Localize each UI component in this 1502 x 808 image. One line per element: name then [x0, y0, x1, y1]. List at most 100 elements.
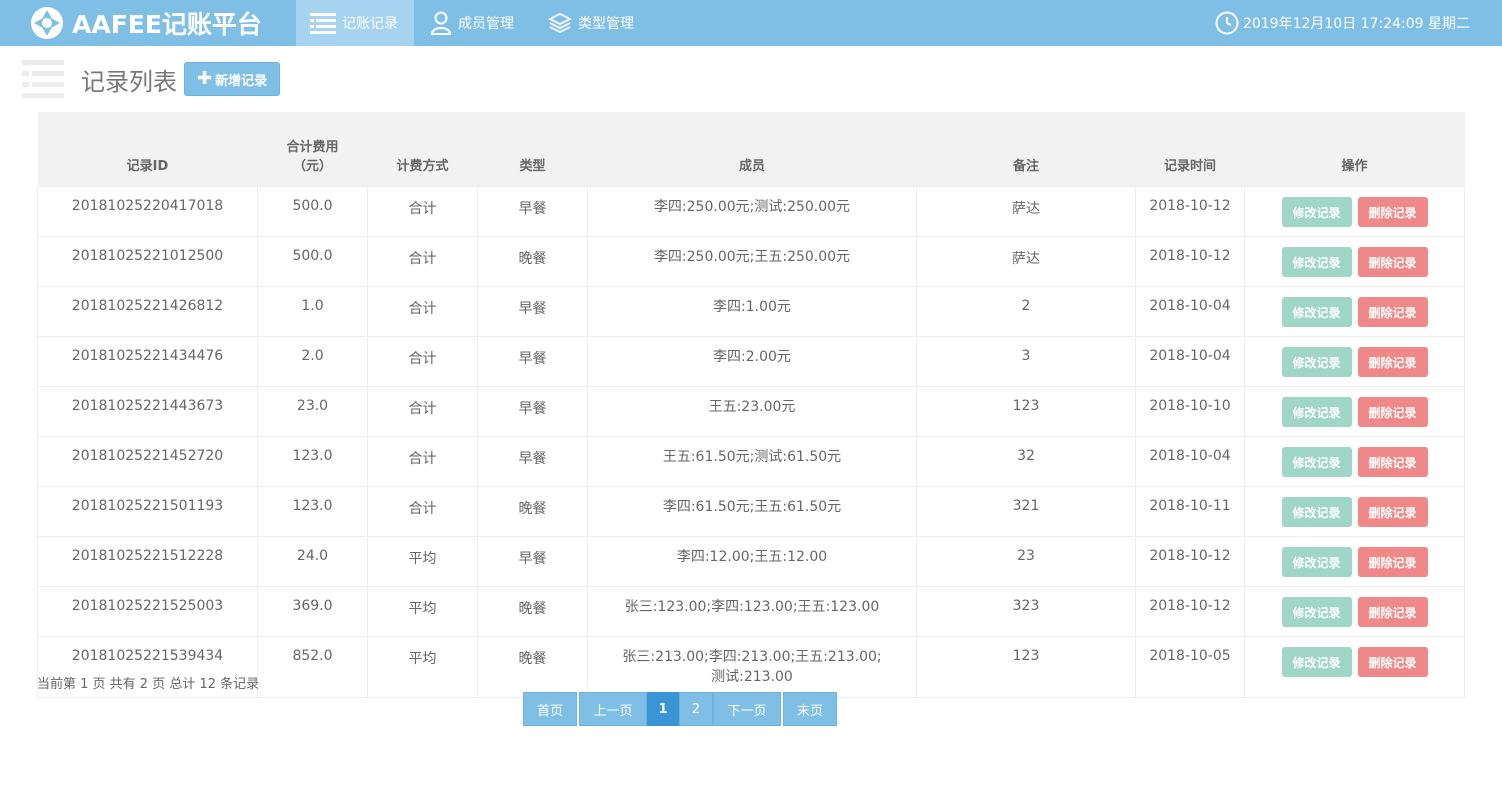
- billing-method-cell: 合计: [367, 436, 478, 487]
- billing-method-cell: 平均: [367, 536, 478, 587]
- table-row: 20181025221443673 23.0 合计 早餐 王五:23.00元 123 201…: [37, 386, 1465, 437]
- row-actions: 修改记录 删除记录: [1249, 447, 1460, 477]
- nav-item-members[interactable]: 成员管理: [416, 0, 534, 46]
- type-cell: 晚餐: [477, 236, 588, 287]
- row-actions: 修改记录 删除记录: [1249, 547, 1460, 577]
- edit-record-button[interactable]: 修改记录: [1281, 597, 1352, 627]
- page-1-button[interactable]: 1: [647, 692, 679, 726]
- type-cell: 早餐: [477, 286, 588, 337]
- record-id-cell: 20181025221012500: [37, 236, 258, 287]
- column-header: 操作: [1244, 112, 1465, 187]
- delete-record-button[interactable]: 删除记录: [1357, 547, 1428, 577]
- page-title: 记录列表: [81, 67, 177, 96]
- billing-method-cell: 合计: [367, 236, 478, 287]
- members-cell: 王五:61.50元;测试:61.50元: [587, 436, 917, 487]
- record-date-cell: 2018-10-04: [1135, 286, 1245, 337]
- nav-item-records[interactable]: 记账记录: [296, 0, 414, 46]
- record-id-cell: 20181025221452720: [37, 436, 258, 487]
- column-header: 记录ID: [37, 112, 258, 187]
- actions-cell: 修改记录 删除记录: [1244, 236, 1465, 287]
- edit-record-button[interactable]: 修改记录: [1281, 347, 1352, 377]
- note-cell: 321: [916, 486, 1136, 537]
- records-table-container: 记录ID 合计费用 （元） 计费方式 类型 成员 备注 记录时间 操作 20181025220…: [37, 112, 1465, 698]
- prev-page-button[interactable]: 上一页: [579, 692, 647, 726]
- note-cell: 123: [916, 386, 1136, 437]
- record-id-cell: 20181025221525003: [37, 586, 258, 637]
- record-date-cell: 2018-10-12: [1135, 536, 1245, 587]
- record-date-cell: 2018-10-05: [1135, 636, 1245, 698]
- row-actions: 修改记录 删除记录: [1249, 397, 1460, 427]
- actions-cell: 修改记录 删除记录: [1244, 586, 1465, 637]
- delete-record-button[interactable]: 删除记录: [1357, 647, 1428, 677]
- edit-record-button[interactable]: 修改记录: [1281, 497, 1352, 527]
- user-icon: [430, 11, 452, 35]
- edit-record-button[interactable]: 修改记录: [1281, 647, 1352, 677]
- billing-method-cell: 合计: [367, 286, 478, 337]
- plus-icon: ✚: [197, 68, 213, 89]
- members-cell: 李四:2.00元: [587, 336, 917, 387]
- type-cell: 晚餐: [477, 486, 588, 537]
- add-record-button[interactable]: ✚ 新增记录: [184, 62, 281, 96]
- list-icon: [310, 13, 336, 34]
- delete-record-button[interactable]: 删除记录: [1357, 197, 1428, 227]
- members-cell: 李四:250.00元;测试:250.00元: [587, 186, 917, 237]
- note-cell: 123: [916, 636, 1136, 698]
- edit-record-button[interactable]: 修改记录: [1281, 197, 1352, 227]
- next-page-button[interactable]: 下一页: [713, 692, 781, 726]
- add-record-label: 新增记录: [215, 73, 268, 89]
- nav-item-types[interactable]: 类型管理: [534, 0, 654, 46]
- delete-record-button[interactable]: 删除记录: [1357, 247, 1428, 277]
- total-cell: 23.0: [257, 386, 368, 437]
- delete-record-button[interactable]: 删除记录: [1357, 397, 1428, 427]
- record-id-cell: 20181025221443673: [37, 386, 258, 437]
- total-cell: 24.0: [257, 536, 368, 587]
- note-cell: 萨达: [916, 186, 1136, 237]
- delete-record-button[interactable]: 删除记录: [1357, 347, 1428, 377]
- table-row: 20181025221426812 1.0 合计 早餐 李四:1.00元 2 2018-10…: [37, 286, 1465, 337]
- nav-item-label: 类型管理: [578, 16, 634, 32]
- table-body: 20181025220417018 500.0 合计 早餐 李四:250.00元;测试:…: [37, 186, 1465, 698]
- billing-method-cell: 合计: [367, 486, 478, 537]
- top-navbar: AAFEE记账平台 记账记录 成员管理 类型管理 2019年12月10日 17:…: [0, 0, 1502, 46]
- members-text: 李四:250.00元;王五:250.00元: [653, 249, 851, 265]
- record-date-cell: 2018-10-11: [1135, 486, 1245, 537]
- nav-item-label: 成员管理: [458, 16, 514, 32]
- total-cell: 369.0: [257, 586, 368, 637]
- members-cell: 李四:1.00元: [587, 286, 917, 337]
- members-cell: 李四:250.00元;王五:250.00元: [587, 236, 917, 287]
- actions-cell: 修改记录 删除记录: [1244, 386, 1465, 437]
- edit-record-button[interactable]: 修改记录: [1281, 297, 1352, 327]
- total-cell: 123.0: [257, 436, 368, 487]
- table-row: 20181025221525003 369.0 平均 晚餐 张三:123.00;李四:1…: [37, 586, 1465, 637]
- actions-cell: 修改记录 删除记录: [1244, 536, 1465, 587]
- note-cell: 23: [916, 536, 1136, 587]
- type-cell: 早餐: [477, 536, 588, 587]
- delete-record-button[interactable]: 删除记录: [1357, 447, 1428, 477]
- edit-record-button[interactable]: 修改记录: [1281, 547, 1352, 577]
- table-row: 20181025221501193 123.0 合计 晚餐 李四:61.50元;王五:6…: [37, 486, 1465, 537]
- members-cell: 张三:213.00;李四:213.00;王五:213.00;测试:213.00: [587, 636, 917, 698]
- members-text: 张三:213.00;李四:213.00;王五:213.00;测试:213.00: [622, 649, 882, 685]
- members-text: 李四:250.00元;测试:250.00元: [653, 199, 851, 215]
- edit-record-button[interactable]: 修改记录: [1281, 447, 1352, 477]
- delete-record-button[interactable]: 删除记录: [1357, 497, 1428, 527]
- column-header: 成员: [587, 112, 917, 187]
- billing-method-cell: 平均: [367, 586, 478, 637]
- edit-record-button[interactable]: 修改记录: [1281, 397, 1352, 427]
- type-cell: 晚餐: [477, 586, 588, 637]
- billing-method-cell: 合计: [367, 336, 478, 387]
- delete-record-button[interactable]: 删除记录: [1357, 597, 1428, 627]
- table-row: 20181025220417018 500.0 合计 早餐 李四:250.00元;测试:…: [37, 186, 1465, 237]
- last-page-button[interactable]: 末页: [783, 692, 837, 726]
- brand[interactable]: AAFEE记账平台: [30, 4, 262, 42]
- row-actions: 修改记录 删除记录: [1249, 497, 1460, 527]
- first-page-button[interactable]: 首页: [523, 692, 577, 726]
- note-cell: 3: [916, 336, 1136, 387]
- table-header-row: 记录ID 合计费用 （元） 计费方式 类型 成员 备注 记录时间 操作: [37, 112, 1465, 187]
- aperture-logo-icon: [31, 7, 63, 39]
- billing-method-cell: 合计: [367, 186, 478, 237]
- records-table: 记录ID 合计费用 （元） 计费方式 类型 成员 备注 记录时间 操作 20181025220…: [37, 112, 1465, 698]
- delete-record-button[interactable]: 删除记录: [1357, 297, 1428, 327]
- edit-record-button[interactable]: 修改记录: [1281, 247, 1352, 277]
- page-2-button[interactable]: 2: [679, 692, 713, 726]
